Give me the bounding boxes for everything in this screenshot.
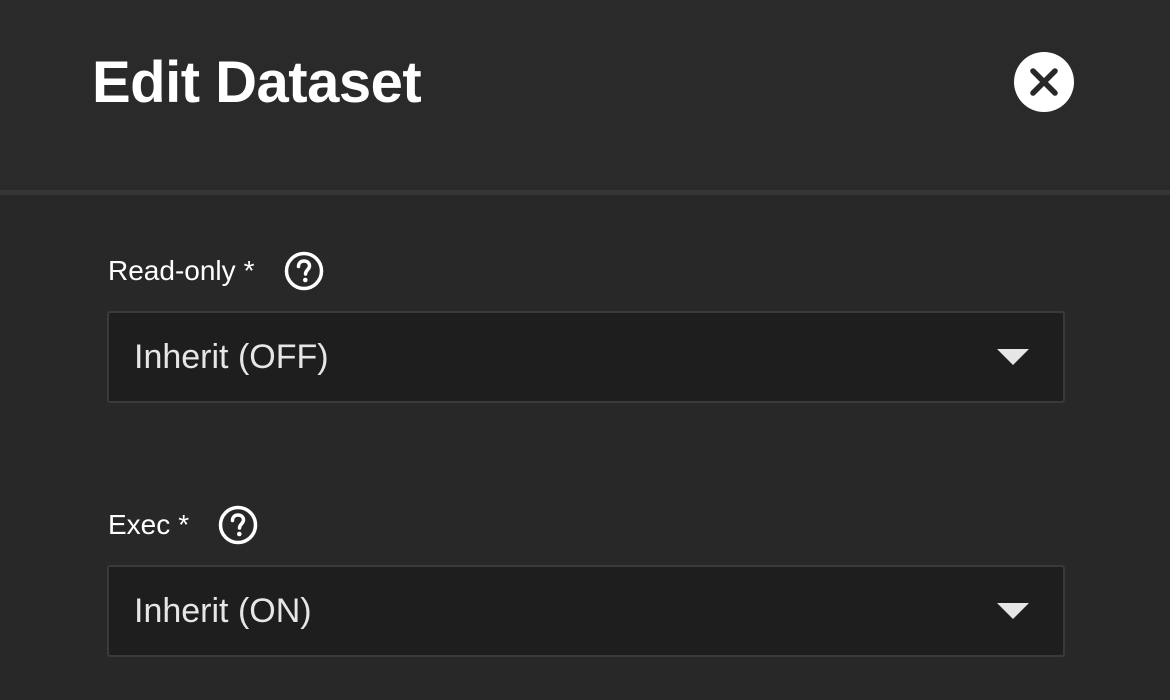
exec-label: Exec * [108,504,259,546]
exec-select[interactable]: Inherit (ON) [107,565,1065,657]
required-marker: * [178,509,190,540]
help-icon[interactable] [283,250,325,292]
edit-dataset-dialog: Edit Dataset Read-only * Inherit (OFF) E… [0,0,1170,700]
read-only-select-value: Inherit (OFF) [134,338,329,376]
read-only-label-text: Read-only [108,255,236,286]
exec-select-value: Inherit (ON) [134,592,312,630]
chevron-down-icon [997,349,1029,365]
help-icon[interactable] [217,504,259,546]
read-only-select[interactable]: Inherit (OFF) [107,311,1065,403]
dialog-title: Edit Dataset [92,50,422,115]
read-only-label: Read-only * [108,250,325,292]
chevron-down-icon [997,603,1029,619]
dialog-header: Edit Dataset [0,0,1170,190]
close-button[interactable] [1014,52,1074,112]
header-divider [0,190,1170,195]
exec-label-text: Exec [108,509,171,540]
close-icon [1030,68,1058,96]
required-marker: * [243,255,255,286]
